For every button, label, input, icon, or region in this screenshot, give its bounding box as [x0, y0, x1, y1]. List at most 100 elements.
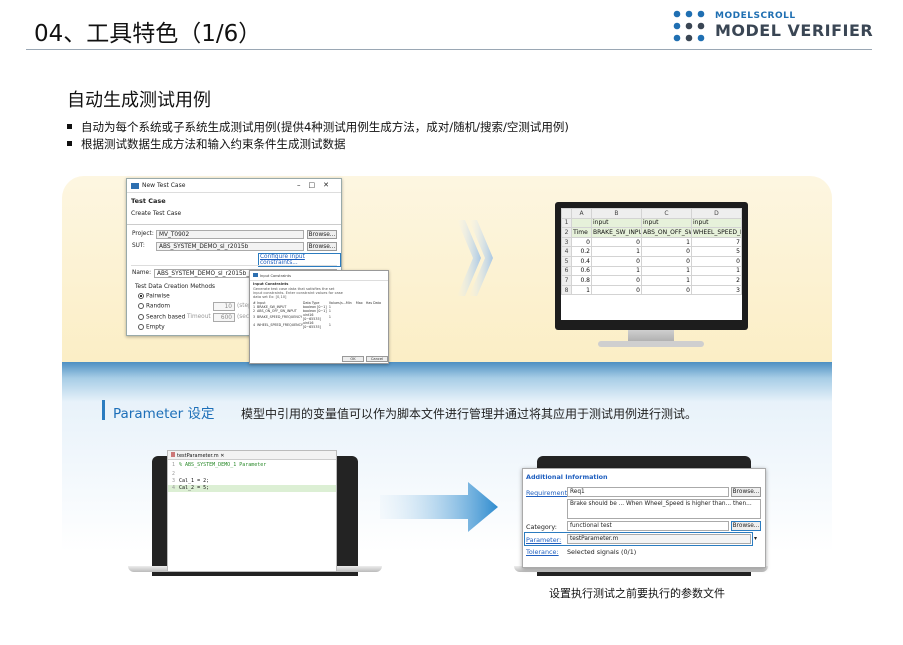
panel-title: Additional Information	[526, 473, 608, 481]
cell[interactable]: 1	[590, 265, 642, 277]
requirement-field[interactable]: Req1	[567, 487, 729, 497]
cell[interactable]: Time	[571, 227, 592, 238]
requirement-browse-button[interactable]: Browse...	[731, 487, 761, 497]
table-row[interactable]: 4 WHEEL_SPEED_FREQUENCY uint16 [0~65535] 1	[253, 321, 381, 329]
cell[interactable]: 0	[590, 284, 642, 296]
cell[interactable]: input	[690, 217, 742, 229]
app-icon	[131, 182, 139, 189]
cell[interactable]: 0.6	[571, 265, 592, 277]
methods-title: Test Data Creation Methods	[135, 284, 216, 290]
radio-icon	[138, 314, 144, 320]
project-field[interactable]: MV_T0902	[156, 230, 304, 239]
bullet-text: 自动为每个系统或子系统生成测试用例(提供4种测试用例生成方法，成对/随机/搜索/…	[81, 120, 569, 134]
script-editor: testParameter.m ✕ 1% ABS_SYSTEM_DEMO_1 P…	[167, 450, 337, 572]
parameter-title: Parameter 设定	[113, 406, 215, 422]
chevron-down-icon[interactable]: ▾	[754, 535, 757, 542]
bullet-icon	[67, 141, 72, 146]
code-text: % ABS_SYSTEM_DEMO_1 Parameter	[179, 462, 267, 468]
bullet-item: 自动为每个系统或子系统生成测试用例(提供4种测试用例生成方法，成对/随机/搜索/…	[67, 119, 569, 135]
sut-browse-button[interactable]: Browse...	[307, 242, 337, 251]
category-browse-button[interactable]: Browse...	[731, 521, 761, 531]
editor-tab[interactable]: testParameter.m ✕	[168, 451, 336, 460]
flow-arrow-icon	[457, 220, 493, 296]
cell[interactable]: 0.2	[571, 246, 592, 257]
cell[interactable]: ABS_ON_OFF_SW	[640, 227, 692, 238]
spreadsheet-table: A B C D 1 input input input 2 Time BRAKE_SW_I…	[561, 208, 742, 296]
cell[interactable]: 1	[640, 275, 692, 286]
cell[interactable]: 0	[640, 255, 692, 267]
company-logo: MODELSCROLL MODEL VERIFIER	[672, 9, 877, 43]
category-label: Category:	[526, 523, 557, 531]
col-header	[561, 208, 573, 219]
parameter-field[interactable]: testParameter.m	[567, 534, 751, 544]
method-search-radio[interactable]: Search based	[138, 314, 185, 321]
dialog-header-subtitle: Create Test Case	[131, 210, 182, 217]
cell[interactable]: 0	[590, 236, 642, 248]
code-text: Cal_2 = 5;	[179, 485, 210, 491]
app-icon	[253, 273, 258, 277]
cell[interactable]: 1	[571, 284, 592, 296]
cell[interactable]: 1	[640, 265, 692, 277]
cell[interactable]: 1	[590, 246, 642, 257]
section-title: 自动生成测试用例	[67, 90, 211, 111]
cell[interactable]: 0	[590, 255, 642, 267]
cell[interactable]: 3	[690, 284, 742, 296]
cell[interactable]: 0	[640, 246, 692, 257]
requirement-text[interactable]: Brake should be ... When Wheel_Speed is …	[567, 499, 761, 519]
col-header: B	[590, 208, 642, 219]
method-empty-radio[interactable]: Empty	[138, 324, 165, 331]
radio-icon	[138, 324, 144, 330]
col-header: Has Data	[365, 301, 381, 305]
method-label: Random	[146, 303, 170, 310]
method-pairwise-radio[interactable]: Pairwise	[138, 293, 170, 300]
editor-tab-label: testParameter.m	[177, 453, 219, 459]
editor-line: 1% ABS_SYSTEM_DEMO_1 Parameter	[172, 462, 267, 468]
cell[interactable]: 0	[590, 275, 642, 286]
cell[interactable]: input	[640, 217, 692, 229]
cell[interactable]: WHEEL_SPEED_F	[690, 227, 742, 238]
tolerance-value: Selected signals (0/1)	[567, 548, 637, 556]
parameter-link[interactable]: Parameter:	[526, 536, 561, 544]
table-row: 30017	[561, 236, 742, 248]
radio-icon	[138, 303, 144, 309]
project-browse-button[interactable]: Browse...	[307, 230, 337, 239]
table-row[interactable]: 3 BRAKE_SPEED_FREQUENCY uint16 [0~65535] 1	[253, 313, 381, 321]
random-steps-field[interactable]: 10	[213, 302, 235, 311]
category-field[interactable]: functional test	[567, 521, 729, 531]
cell[interactable]: 0.8	[571, 275, 592, 286]
cell[interactable]: 0	[640, 284, 692, 296]
cell: 1	[328, 323, 332, 327]
cell[interactable]: input	[590, 217, 642, 229]
cell[interactable]: 1	[640, 236, 692, 248]
cell[interactable]: 0	[690, 255, 742, 267]
timeout-field[interactable]: 600	[213, 313, 235, 322]
col-header: Values(s...	[328, 301, 346, 305]
cell[interactable]: 2	[690, 275, 742, 286]
cell[interactable]: BRAKE_SW_INPUT	[590, 227, 642, 238]
table-row: 7 0.8 0 1 2	[561, 275, 742, 286]
cell[interactable]: 0	[571, 236, 592, 248]
dialog-titlebar: New Test Case –□✕	[127, 179, 341, 193]
cell[interactable]: 5	[690, 246, 742, 257]
file-icon	[171, 452, 175, 457]
cell[interactable]	[571, 217, 592, 229]
tolerance-link[interactable]: Tolerance:	[526, 548, 559, 556]
cell: BRAKE_SPEED_FREQUENCY	[257, 315, 303, 319]
cell[interactable]: 0.4	[571, 255, 592, 267]
requirement-link[interactable]: Requirement:	[526, 489, 569, 497]
close-icon[interactable]: ✕	[220, 453, 224, 459]
bullet-item: 根据测试数据生成方法和输入约束条件生成测试数据	[67, 136, 346, 152]
table-row: 6 0.6 1 1 1	[561, 265, 742, 277]
row-header: 2	[561, 227, 573, 238]
dialog-header: Test Case Create Test Case	[127, 193, 341, 225]
ok-button[interactable]: OK	[342, 356, 364, 362]
editor-line: 2	[172, 471, 176, 477]
logo-product: MODEL VERIFIER	[715, 21, 874, 40]
cancel-button[interactable]: Cancel	[366, 356, 388, 362]
sut-field[interactable]: ABS_SYSTEM_DEMO_sl_r2015b	[156, 242, 304, 251]
method-random-radio[interactable]: Random	[138, 303, 170, 310]
cell[interactable]: 7	[690, 236, 742, 248]
window-controls[interactable]: –□✕	[297, 181, 337, 189]
cell[interactable]: 1	[690, 265, 742, 277]
row-header: 8	[561, 284, 573, 296]
